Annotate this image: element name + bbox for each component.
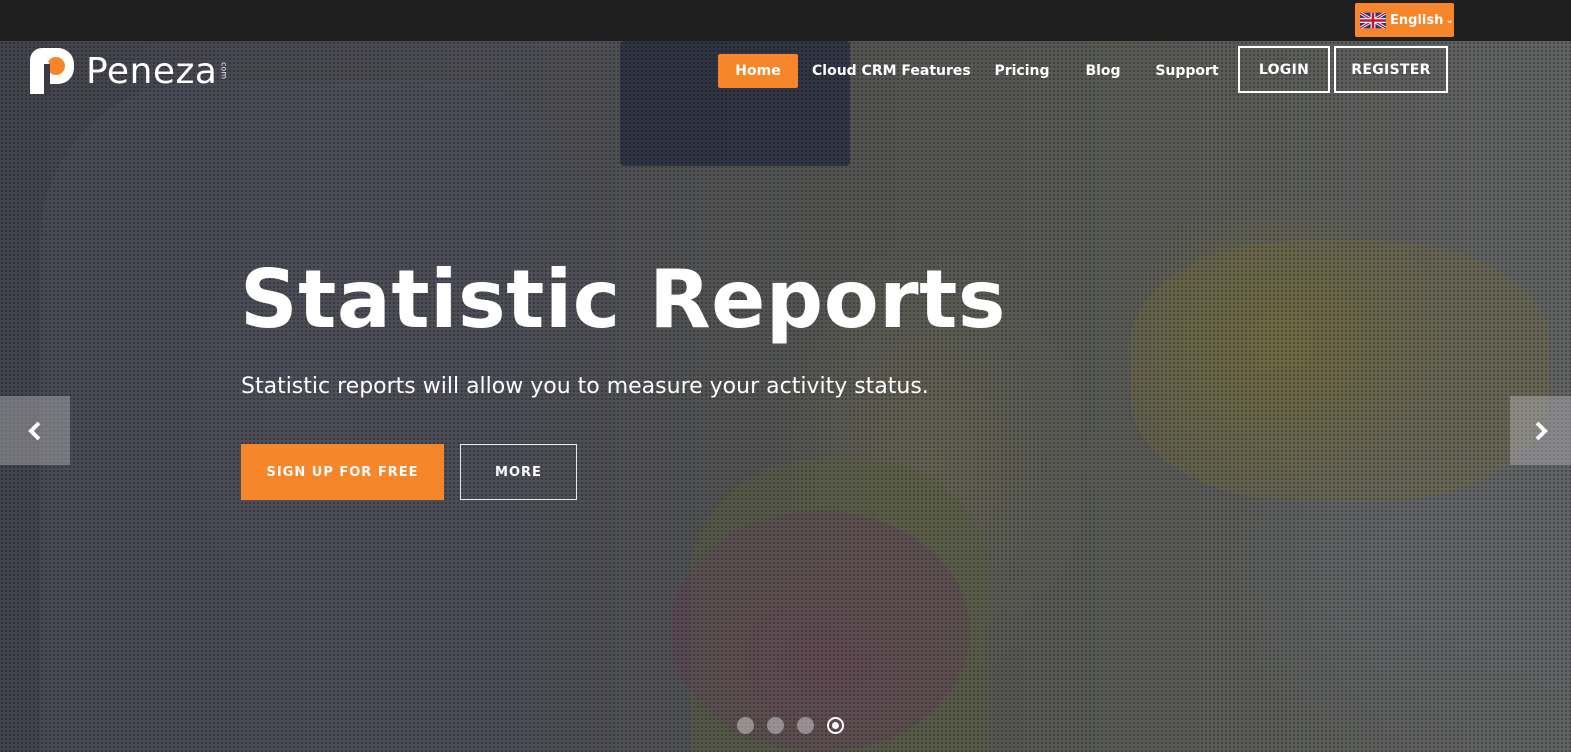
uk-flag-icon — [1360, 11, 1386, 29]
login-button[interactable]: LOGIN — [1238, 46, 1330, 93]
slider-dot-4-active[interactable] — [827, 717, 844, 734]
slider-dot-2[interactable] — [767, 717, 784, 734]
nav-item-support[interactable]: Support — [1150, 54, 1224, 88]
logo[interactable]: Peneza com — [26, 46, 229, 96]
sign-up-button[interactable]: SIGN UP FOR FREE — [241, 444, 444, 500]
slider-prev-button[interactable] — [0, 396, 70, 465]
nav-item-blog[interactable]: Blog — [1076, 54, 1130, 88]
hero-subtitle: Statistic reports will allow you to meas… — [241, 374, 929, 399]
chevron-right-icon — [1535, 421, 1548, 440]
logo-suffix: com — [219, 62, 229, 80]
slider-dot-1[interactable] — [737, 717, 754, 734]
top-bar: English ⌄ — [0, 0, 1571, 41]
nav-item-cloud-crm-features[interactable]: Cloud CRM Features — [812, 54, 971, 88]
chevron-left-icon — [28, 421, 41, 440]
nav-item-pricing[interactable]: Pricing — [988, 54, 1056, 88]
language-label: English — [1390, 12, 1444, 28]
slider-next-button[interactable] — [1510, 396, 1571, 465]
hero-slider: Peneza com Home Cloud CRM Features Prici… — [0, 41, 1571, 752]
nav-item-home[interactable]: Home — [718, 54, 798, 88]
logo-text: Peneza — [86, 50, 218, 92]
slider-dot-3[interactable] — [797, 717, 814, 734]
slider-pagination — [737, 717, 844, 734]
register-button[interactable]: REGISTER — [1334, 46, 1448, 93]
hero-title: Statistic Reports — [240, 253, 1006, 346]
language-selector[interactable]: English ⌄ — [1355, 3, 1454, 37]
chevron-down-icon: ⌄ — [1445, 14, 1454, 26]
more-button[interactable]: MORE — [460, 444, 577, 500]
peneza-logo-icon — [30, 48, 74, 94]
